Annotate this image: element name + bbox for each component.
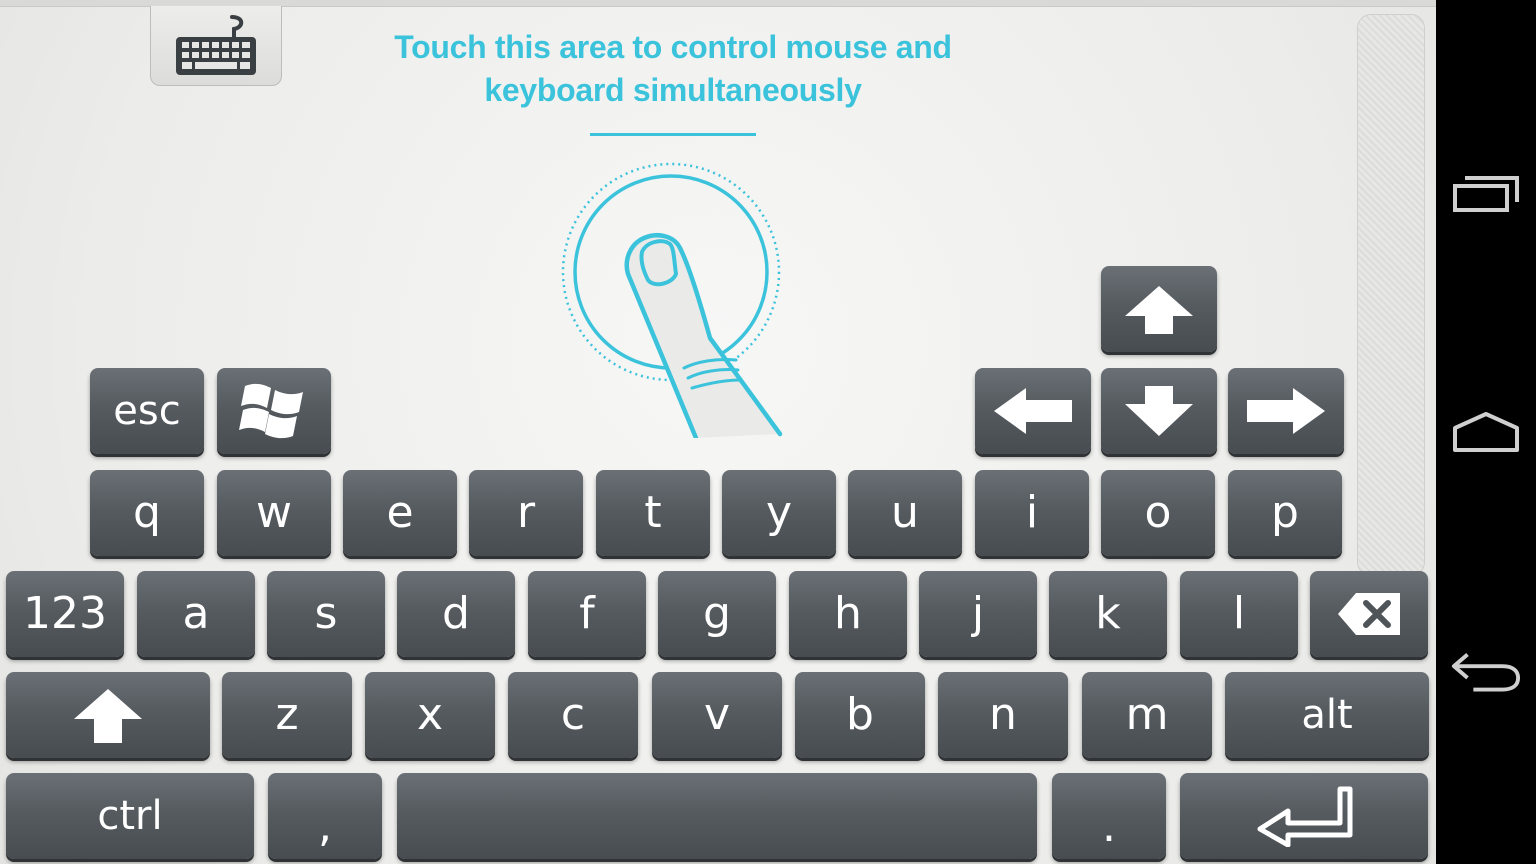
windows-key[interactable] bbox=[217, 368, 331, 454]
backspace-icon bbox=[1338, 593, 1400, 635]
key-g[interactable]: g bbox=[658, 571, 776, 657]
shift-icon bbox=[74, 689, 142, 743]
arrow-left-icon bbox=[994, 388, 1072, 434]
key-l[interactable]: l bbox=[1180, 571, 1298, 657]
touchpad-hint: Touch this area to control mouse and key… bbox=[330, 26, 1016, 112]
key-p[interactable]: p bbox=[1228, 470, 1342, 556]
key-d[interactable]: d bbox=[397, 571, 515, 657]
arrow-right-key[interactable] bbox=[1228, 368, 1344, 454]
key-n[interactable]: n bbox=[938, 672, 1068, 758]
key-o[interactable]: o bbox=[1101, 470, 1215, 556]
key-b[interactable]: b bbox=[795, 672, 925, 758]
key-s[interactable]: s bbox=[267, 571, 385, 657]
key-a[interactable]: a bbox=[137, 571, 255, 657]
key-w[interactable]: w bbox=[217, 470, 331, 556]
key-c[interactable]: c bbox=[508, 672, 638, 758]
enter-key[interactable] bbox=[1180, 773, 1428, 859]
arrow-down-key[interactable] bbox=[1101, 368, 1217, 454]
key-y[interactable]: y bbox=[722, 470, 836, 556]
arrow-up-key[interactable] bbox=[1101, 266, 1217, 352]
remote-keyboard-screen: Touch this area to control mouse and key… bbox=[0, 0, 1436, 864]
alt-key[interactable]: alt bbox=[1225, 672, 1429, 758]
hint-line-1: Touch this area to control mouse and bbox=[394, 29, 952, 65]
key-f[interactable]: f bbox=[528, 571, 646, 657]
key-z[interactable]: z bbox=[222, 672, 352, 758]
esc-key[interactable]: esc bbox=[90, 368, 204, 454]
key-h[interactable]: h bbox=[789, 571, 907, 657]
key-k[interactable]: k bbox=[1049, 571, 1167, 657]
enter-icon bbox=[1257, 786, 1353, 847]
key-i[interactable]: i bbox=[975, 470, 1089, 556]
windows-logo-icon bbox=[239, 383, 303, 439]
keyboard-icon bbox=[176, 14, 256, 75]
key-u[interactable]: u bbox=[848, 470, 962, 556]
arrow-left-key[interactable] bbox=[975, 368, 1091, 454]
scroll-strip[interactable] bbox=[1357, 14, 1425, 576]
back-icon bbox=[1451, 653, 1521, 692]
recent-apps-icon bbox=[1453, 176, 1519, 212]
arrow-up-icon bbox=[1125, 286, 1193, 334]
home-icon bbox=[1453, 412, 1519, 452]
space-key[interactable] bbox=[397, 773, 1037, 859]
key-x[interactable]: x bbox=[365, 672, 495, 758]
backspace-key[interactable] bbox=[1310, 571, 1428, 657]
key-t[interactable]: t bbox=[596, 470, 710, 556]
period-key[interactable]: . bbox=[1052, 773, 1166, 859]
home-button[interactable] bbox=[1450, 396, 1522, 468]
ctrl-key[interactable]: ctrl bbox=[6, 773, 254, 859]
key-m[interactable]: m bbox=[1082, 672, 1212, 758]
key-j[interactable]: j bbox=[919, 571, 1037, 657]
finger-touch-icon bbox=[561, 162, 783, 438]
arrow-down-icon bbox=[1125, 386, 1193, 436]
shift-key[interactable] bbox=[6, 672, 210, 758]
comma-key[interactable]: , bbox=[268, 773, 382, 859]
keyboard-toggle-button[interactable] bbox=[150, 6, 282, 86]
key-v[interactable]: v bbox=[652, 672, 782, 758]
hint-line-2: keyboard simultaneously bbox=[484, 72, 862, 108]
hint-divider bbox=[590, 133, 756, 136]
numbers-key[interactable]: 123 bbox=[6, 571, 124, 657]
key-r[interactable]: r bbox=[469, 470, 583, 556]
key-q[interactable]: q bbox=[90, 470, 204, 556]
back-button[interactable] bbox=[1450, 636, 1522, 708]
recent-apps-button[interactable] bbox=[1450, 158, 1522, 230]
android-navigation-bar bbox=[1436, 0, 1536, 864]
arrow-right-icon bbox=[1247, 388, 1325, 434]
key-e[interactable]: e bbox=[343, 470, 457, 556]
